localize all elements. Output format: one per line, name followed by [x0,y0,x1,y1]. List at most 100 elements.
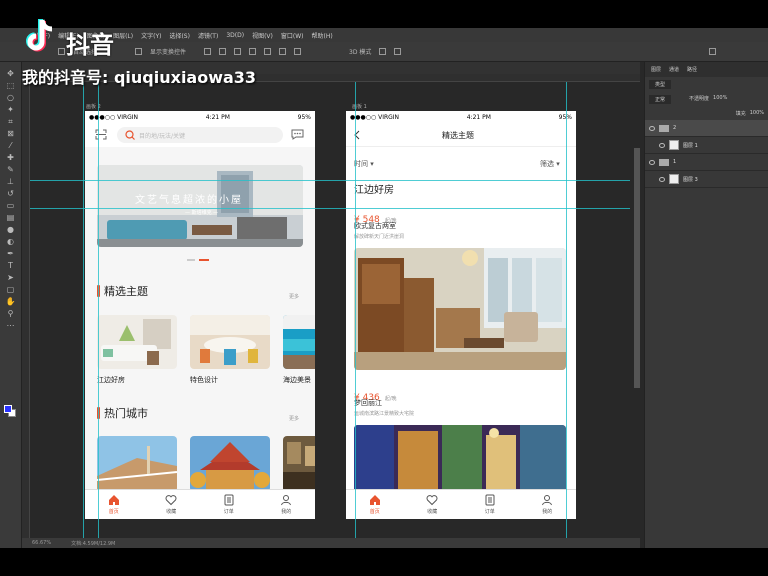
user-icon [542,495,553,506]
layer-row[interactable]: 图层 1 [645,137,768,154]
crop-tool-icon[interactable]: ⌗ [6,118,16,126]
menu-type[interactable]: 文字(Y) [141,31,161,40]
douyin-logo-icon [26,19,53,52]
marquee-tool-icon[interactable]: ⬚ [6,82,16,90]
healing-tool-icon[interactable]: ✚ [6,154,16,162]
layer-row[interactable]: 图层 3 [645,171,768,188]
tab-layers[interactable]: 图层 [651,66,661,73]
menu-help[interactable]: 帮助(H) [312,31,333,40]
banner-image[interactable]: 文艺气息超浓的小屋 — 斯塔维克 — [97,165,303,247]
guide-line[interactable] [30,208,630,209]
theme-card-title[interactable]: 海边美景 [283,375,311,385]
fill-value[interactable]: 100% [750,110,764,117]
scan-icon[interactable] [95,129,107,140]
filter-time[interactable]: 时间 ▾ [354,159,374,169]
path-select-tool-icon[interactable]: ➤ [6,274,16,282]
history-brush-icon[interactable]: ↺ [6,190,16,198]
layer-filter-select[interactable]: 类型 [649,80,672,89]
listing-image[interactable] [354,425,566,495]
tab-favorites[interactable]: 收藏 [412,494,452,515]
message-icon[interactable] [291,129,304,140]
distribute-icon[interactable] [294,48,302,55]
menu-3d[interactable]: 3D(D) [226,32,244,39]
search-input[interactable]: 目的地/玩法/关键 [117,127,283,143]
menu-select[interactable]: 选择(S) [169,31,190,40]
type-tool-icon[interactable]: T [6,262,16,270]
more-tools-icon[interactable]: ⋯ [6,322,16,330]
eyedropper-tool-icon[interactable]: ⁄ [6,142,16,150]
brush-tool-icon[interactable]: ✎ [6,166,16,174]
tab-channels[interactable]: 通道 [669,66,679,73]
city-card-image[interactable] [190,436,270,492]
menu-layer[interactable]: 图层(L) [113,31,133,40]
checkbox-icon[interactable] [135,48,143,55]
more-link[interactable]: 更多 [289,415,299,422]
city-card-image[interactable] [97,436,177,492]
pan-3d-icon[interactable] [394,48,402,55]
vertical-scrollbar[interactable] [634,148,640,388]
stamp-tool-icon[interactable]: ⊥ [6,178,16,186]
menu-filter[interactable]: 滤镜(T) [198,31,218,40]
distribute-icon[interactable] [249,48,257,55]
listing-image[interactable] [354,248,566,370]
listing-name[interactable]: 欧式复古两室 [354,221,396,231]
theme-card-image[interactable] [283,315,315,369]
eye-icon[interactable] [649,159,655,165]
guide-line[interactable] [30,180,630,181]
tab-favorites[interactable]: 收藏 [151,494,191,515]
menu-window[interactable]: 窗口(W) [281,31,304,40]
eye-icon[interactable] [649,125,655,131]
search-icon[interactable] [709,48,717,55]
blend-mode-select[interactable]: 正常 [649,95,672,104]
dodge-tool-icon[interactable]: ◐ [6,238,16,246]
frame-tool-icon[interactable]: ⊠ [6,130,16,138]
lasso-tool-icon[interactable]: ○ [6,94,16,102]
menu-view[interactable]: 视图(V) [252,31,273,40]
tab-mine[interactable]: 我的 [266,494,306,515]
zoom-level[interactable]: 66.67% [32,540,51,546]
more-link[interactable]: 更多 [289,293,299,300]
guide-line[interactable] [566,82,567,538]
checkbox-icon[interactable] [58,48,65,55]
eye-icon[interactable] [659,142,665,148]
move-tool-icon[interactable]: ✥ [6,70,16,78]
carousel-dot-active[interactable] [199,259,209,261]
tab-mine[interactable]: 我的 [527,494,567,515]
distribute-icon[interactable] [279,48,287,55]
tab-home[interactable]: 首页 [94,494,134,515]
foreground-color-swatch[interactable] [4,405,12,413]
layer-group-row[interactable]: 2 [645,120,768,137]
listing-name[interactable]: 梦回丽江 [354,398,382,408]
rotate-3d-icon[interactable] [379,48,387,55]
shape-tool-icon[interactable]: ▢ [6,286,16,294]
tab-orders[interactable]: 订单 [470,494,510,515]
zoom-tool-icon[interactable]: ⚲ [6,310,16,318]
carousel-dot[interactable] [187,259,195,261]
hand-tool-icon[interactable]: ✋ [6,298,16,306]
opacity-value[interactable]: 100% [713,95,727,104]
guide-line[interactable] [355,82,356,538]
theme-card-image[interactable] [97,315,177,369]
pen-tool-icon[interactable]: ✒ [6,250,16,258]
guide-line[interactable] [98,82,99,538]
filter-select[interactable]: 筛选 ▾ [540,159,560,169]
distribute-icon[interactable] [264,48,272,55]
theme-card-title[interactable]: 江边好房 [97,375,125,385]
gradient-tool-icon[interactable]: ▤ [6,214,16,222]
align-left-icon[interactable] [204,48,212,55]
magic-wand-tool-icon[interactable]: ✦ [6,106,16,114]
eraser-tool-icon[interactable]: ▭ [6,202,16,210]
align-right-icon[interactable] [234,48,242,55]
city-card-image[interactable] [283,436,315,492]
canvas-area[interactable]: 画板 2 画板 1 ●●●○○ VIRGIN 4:21 PM 95% 目的地/玩… [30,82,630,538]
theme-card-image[interactable] [190,315,270,369]
theme-card-title[interactable]: 特色设计 [190,375,218,385]
layer-group-row[interactable]: 1 [645,154,768,171]
eye-icon[interactable] [659,176,665,182]
tab-home[interactable]: 首页 [355,494,395,515]
tab-orders[interactable]: 订单 [209,494,249,515]
blur-tool-icon[interactable]: ● [6,226,16,234]
align-center-icon[interactable] [219,48,227,55]
guide-line[interactable] [83,82,84,538]
tab-paths[interactable]: 路径 [687,66,697,73]
